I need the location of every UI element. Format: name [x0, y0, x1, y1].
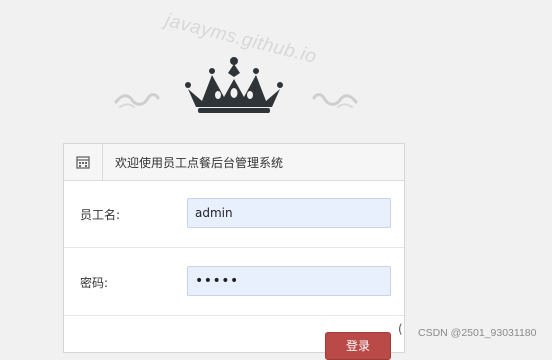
- form-divider-bottom: [64, 315, 404, 316]
- panel-header-icon-box: [64, 144, 103, 180]
- password-label: 密码:: [80, 276, 109, 290]
- swirl-ornament-left-icon: [114, 93, 160, 108]
- username-row: 员工名:: [64, 180, 404, 248]
- building-icon: [76, 155, 90, 169]
- side-glyph: (: [398, 322, 403, 336]
- panel-title: 欢迎使用员工点餐后台管理系统: [115, 156, 284, 170]
- password-row: 密码: •••••: [64, 248, 404, 314]
- login-panel: 欢迎使用员工点餐后台管理系统 员工名: 密码: ••••• 登录: [63, 143, 405, 360]
- username-label: 员工名:: [80, 208, 121, 222]
- panel-header: 欢迎使用员工点餐后台管理系统: [64, 144, 404, 181]
- crown-icon: [185, 57, 283, 113]
- password-input[interactable]: •••••: [187, 266, 391, 296]
- login-button[interactable]: 登录: [325, 332, 391, 360]
- username-input[interactable]: [187, 198, 391, 228]
- swirl-ornament-right-icon: [312, 93, 358, 108]
- csdn-watermark: CSDN @2501_93031180: [418, 327, 537, 339]
